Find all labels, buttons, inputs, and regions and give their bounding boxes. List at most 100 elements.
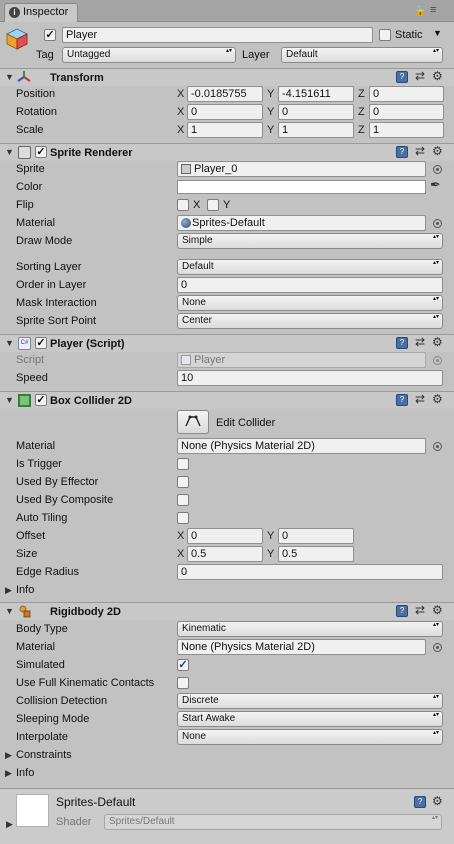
help-icon[interactable]: ?: [396, 146, 408, 158]
axis-y-label: Y: [267, 106, 275, 118]
axis-x-label: X: [177, 530, 185, 542]
flip-x-checkbox[interactable]: [177, 199, 189, 211]
gear-icon[interactable]: ⚙: [432, 69, 443, 83]
gear-icon[interactable]: ⚙: [432, 335, 443, 349]
axis-x-label: X: [177, 88, 185, 100]
simulated-checkbox[interactable]: ✓: [177, 659, 189, 671]
size-y-input[interactable]: 0.5: [278, 546, 354, 562]
size-x-input[interactable]: 0.5: [187, 546, 263, 562]
tab-inspector[interactable]: i Inspector: [4, 3, 78, 22]
edge-radius-input[interactable]: 0: [177, 564, 443, 580]
help-icon[interactable]: ?: [396, 605, 408, 617]
object-picker-icon[interactable]: [433, 643, 442, 652]
rotation-x-input[interactable]: 0: [187, 104, 263, 120]
object-picker-icon[interactable]: [433, 442, 442, 451]
info-foldout-icon[interactable]: ▶: [5, 585, 12, 596]
eyedropper-icon[interactable]: ✒: [430, 177, 441, 193]
sleeping-mode-dropdown[interactable]: Start Awake: [177, 711, 443, 727]
material-field[interactable]: Sprites-Default: [177, 215, 426, 231]
preset-icon[interactable]: ⇄: [415, 392, 425, 406]
gear-icon[interactable]: ⚙: [432, 392, 443, 406]
transform-header[interactable]: ▼ Transform ? ⇄ ⚙: [0, 68, 454, 86]
edit-collider-button[interactable]: [177, 410, 209, 434]
gear-icon[interactable]: ⚙: [432, 794, 443, 808]
object-name-input[interactable]: Player: [62, 27, 373, 43]
scale-y-input[interactable]: 1: [278, 122, 354, 138]
player-script-enabled-checkbox[interactable]: ✓: [35, 337, 47, 349]
foldout-arrow-icon[interactable]: ▼: [5, 147, 14, 157]
constraints-foldout-icon[interactable]: ▶: [5, 750, 12, 761]
position-x-input[interactable]: -0.0185755: [187, 86, 263, 102]
shader-foldout-icon[interactable]: ▶: [6, 819, 13, 830]
object-picker-icon[interactable]: [433, 219, 442, 228]
foldout-arrow-icon[interactable]: ▼: [5, 395, 14, 405]
used-by-composite-checkbox[interactable]: [177, 494, 189, 506]
active-checkbox[interactable]: ✓: [44, 29, 56, 41]
gear-icon[interactable]: ⚙: [432, 144, 443, 158]
sprite-field[interactable]: Player_0: [177, 161, 426, 177]
lock-icon[interactable]: 🔒: [414, 6, 426, 17]
sprite-renderer-enabled-checkbox[interactable]: ✓: [35, 146, 47, 158]
color-field[interactable]: [177, 180, 426, 194]
flip-y-checkbox[interactable]: [207, 199, 219, 211]
speed-input[interactable]: 10: [177, 370, 443, 386]
preset-icon[interactable]: ⇄: [415, 69, 425, 83]
collision-detection-label: Collision Detection: [16, 695, 108, 707]
box-collider-header[interactable]: ▼ ✓ Box Collider 2D ? ⇄ ⚙: [0, 391, 454, 409]
body-type-dropdown[interactable]: Kinematic: [177, 621, 443, 637]
position-z-input[interactable]: 0: [369, 86, 444, 102]
help-icon[interactable]: ?: [396, 71, 408, 83]
collision-detection-dropdown[interactable]: Discrete: [177, 693, 443, 709]
sprite-sort-point-dropdown[interactable]: Center: [177, 313, 443, 329]
gear-icon[interactable]: ⚙: [432, 603, 443, 617]
preset-icon[interactable]: ⇄: [415, 335, 425, 349]
rigidbody-material-field[interactable]: None (Physics Material 2D): [177, 639, 426, 655]
static-checkbox[interactable]: [379, 29, 391, 41]
collider-info-label[interactable]: Info: [16, 582, 34, 598]
auto-tiling-checkbox[interactable]: [177, 512, 189, 524]
transform-title: Transform: [50, 72, 104, 84]
used-by-effector-checkbox[interactable]: [177, 476, 189, 488]
help-icon[interactable]: ?: [396, 337, 408, 349]
box-collider-enabled-checkbox[interactable]: ✓: [35, 394, 47, 406]
interpolate-dropdown[interactable]: None: [177, 729, 443, 745]
offset-x-input[interactable]: 0: [187, 528, 263, 544]
gameobject-icon: [6, 28, 28, 50]
player-script-header[interactable]: ▼ C# ✓ Player (Script) ? ⇄ ⚙: [0, 334, 454, 352]
position-y-input[interactable]: -4.151611: [278, 86, 354, 102]
full-kinematic-checkbox[interactable]: [177, 677, 189, 689]
tag-dropdown[interactable]: Untagged: [62, 47, 236, 63]
draw-mode-dropdown[interactable]: Simple: [177, 233, 443, 249]
mask-interaction-dropdown[interactable]: None: [177, 295, 443, 311]
axis-y-label: Y: [267, 530, 275, 542]
foldout-arrow-icon[interactable]: ▼: [5, 72, 14, 82]
sprite-renderer-header[interactable]: ▼ ✓ Sprite Renderer ? ⇄ ⚙: [0, 143, 454, 161]
object-picker-icon[interactable]: [433, 165, 442, 174]
rigidbody-info-label[interactable]: Info: [16, 765, 34, 781]
sorting-layer-dropdown[interactable]: Default: [177, 259, 443, 275]
order-in-layer-input[interactable]: 0: [177, 277, 443, 293]
rigidbody-header[interactable]: ▼ Rigidbody 2D ? ⇄ ⚙: [0, 602, 454, 620]
axis-y-label: Y: [267, 548, 275, 560]
help-icon[interactable]: ?: [414, 796, 426, 808]
static-dropdown-icon[interactable]: ▼: [433, 28, 442, 38]
foldout-arrow-icon[interactable]: ▼: [5, 606, 14, 616]
scale-z-input[interactable]: 1: [369, 122, 444, 138]
rotation-z-input[interactable]: 0: [369, 104, 444, 120]
layer-dropdown[interactable]: Default: [281, 47, 443, 63]
foldout-arrow-icon[interactable]: ▼: [5, 338, 14, 348]
rotation-y-input[interactable]: 0: [278, 104, 354, 120]
order-in-layer-label: Order in Layer: [16, 279, 87, 291]
shader-value: Sprites/Default: [109, 816, 175, 827]
scale-x-input[interactable]: 1: [187, 122, 263, 138]
constraints-label[interactable]: Constraints: [16, 747, 72, 763]
is-trigger-checkbox[interactable]: [177, 458, 189, 470]
offset-y-input[interactable]: 0: [278, 528, 354, 544]
preset-icon[interactable]: ⇄: [415, 144, 425, 158]
help-icon[interactable]: ?: [396, 394, 408, 406]
shader-dropdown[interactable]: Sprites/Default: [104, 814, 442, 830]
info-foldout-icon[interactable]: ▶: [5, 768, 12, 779]
collider-material-field[interactable]: None (Physics Material 2D): [177, 438, 426, 454]
preset-icon[interactable]: ⇄: [415, 603, 425, 617]
menu-icon[interactable]: ≡: [430, 4, 436, 16]
